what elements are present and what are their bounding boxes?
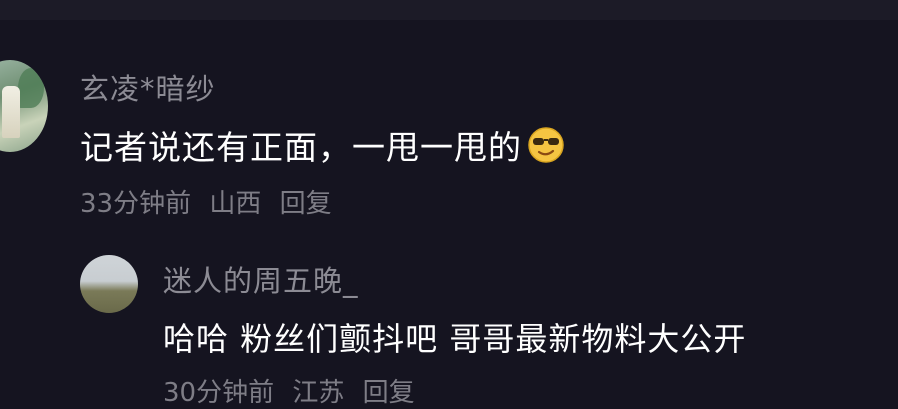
avatar-figure	[2, 86, 20, 138]
reply-location: 江苏	[292, 378, 345, 408]
comment-username[interactable]: 玄凌*暗纱	[80, 66, 216, 108]
comment-text-row: 记者说还有正面，一甩一甩的	[80, 121, 566, 169]
reply-reply-button[interactable]: 回复	[363, 378, 415, 408]
avatar[interactable]	[0, 60, 48, 152]
reply-meta: 30分钟前 江苏 回复	[163, 372, 425, 409]
reply-username[interactable]: 迷人的周五晚_	[163, 258, 359, 300]
comment-location: 山西	[209, 189, 262, 219]
reply-button[interactable]: 回复	[280, 189, 332, 219]
top-band	[0, 0, 898, 20]
comment-meta: 33分钟前 山西 回复	[80, 183, 342, 220]
smug-sunglasses-face-icon	[526, 125, 566, 165]
comment-text: 记者说还有正面，一甩一甩的	[80, 128, 522, 167]
reply-avatar[interactable]	[80, 255, 138, 313]
reply-time: 30分钟前	[163, 378, 275, 408]
comment-time: 33分钟前	[80, 189, 192, 219]
avatar-leaf-decoration	[18, 68, 44, 108]
reply-text: 哈哈 粉丝们颤抖吧 哥哥最新物料大公开	[163, 320, 747, 358]
